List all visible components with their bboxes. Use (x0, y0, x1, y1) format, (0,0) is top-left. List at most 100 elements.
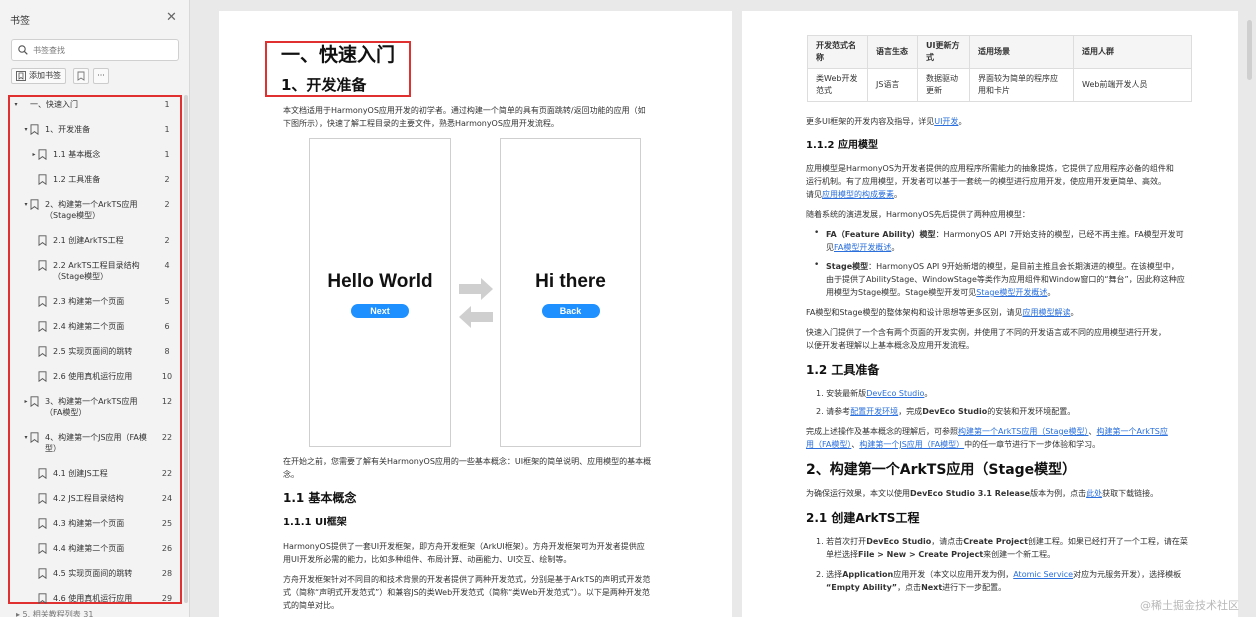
bookmark-item[interactable]: 2.2 ArkTS工程目录结构（Stage模型） 4 (10, 260, 180, 282)
bookmark-item[interactable]: 2.4 构建第二个页面 6 (10, 321, 180, 332)
search-icon (18, 45, 28, 55)
back-button[interactable]: Back (541, 304, 600, 318)
expand-arrow-icon[interactable]: ▾ (22, 432, 30, 443)
bookmark-sidebar: 书签 ✕ 添加书签 ··· ▾ 一、快速入门 1 ▾ 1、开发准备 1 ▸ 1.1 基本概念 1… (0, 0, 190, 617)
expand-arrow-icon[interactable]: ▾ (22, 199, 30, 210)
create-step-1-text: 1. 若首次打开 (816, 537, 867, 546)
bookmark-icon (30, 124, 39, 135)
section-heading-1-1: 1.1 基本概念 (283, 491, 357, 505)
bookmark-item[interactable]: 4.1 创建JS工程 22 (10, 468, 180, 479)
js-fa-link[interactable]: 构建第一个JS应用（FA模型） (859, 440, 964, 449)
arkts-fa-link[interactable]: 构建第一个ArkTS应 (1096, 427, 1167, 436)
stage-model-bold: Stage模型 (826, 262, 869, 271)
bookmark-page-number: 22 (161, 469, 173, 478)
stage-model-text: ：HarmonyOS API 9开始新增的模型，是目前主推且会长期演进的模型。在… (868, 262, 1179, 271)
app-model-link[interactable]: 应用模型的构成要素 (822, 190, 894, 199)
create-step-1-cont-bold: File > New > Create Project (858, 550, 984, 559)
document-scrollbar[interactable] (1247, 20, 1252, 80)
bookmark-item[interactable]: 4.6 使用真机运行应用 29 (10, 593, 180, 604)
document-page-left: 一、快速入门 1、开发准备 本文档适用于HarmonyOS应用开发的初学者。通过… (219, 11, 732, 617)
collapse-arrow-icon[interactable]: ▸ (22, 396, 30, 407)
tool-step-1-text: 1. 安装最新版 (816, 389, 867, 398)
before-text-1: 在开始之前，您需要了解有关HarmonyOS应用的一些基本概念：UI框架的简单说… (283, 457, 652, 466)
ensure-line: 为确保运行效果，本文以使用DevEco Studio 3.1 Release版本… (806, 487, 1158, 500)
bookmark-item[interactable]: 2.3 构建第一个页面 5 (10, 296, 180, 307)
bookmark-search-box[interactable] (11, 39, 179, 61)
bookmark-item[interactable]: 2.5 实现页面间的跳转 8 (10, 346, 180, 357)
download-link[interactable]: 此处 (1086, 489, 1102, 498)
expand-arrow-icon[interactable]: ▾ (12, 99, 20, 110)
table-header-cell: UI更新方式 (917, 35, 970, 69)
create-step-2-post: 对应为元服务开发），选择模板 (1073, 570, 1182, 579)
add-bookmark-button[interactable]: 添加书签 (11, 67, 66, 84)
hi-there-text: Hi there (535, 271, 606, 292)
framework-table: 开发范式名称 语言生态 UI更新方式 适用场景 适用人群 类Web开发范式 JS… (807, 35, 1192, 102)
fa-model-line: FA（Feature Ability）模型：HarmonyOS API 7开始支… (826, 228, 1184, 241)
ui-dev-link[interactable]: UI开发 (934, 117, 958, 126)
table-cell: 数据驱动更新 (917, 68, 970, 102)
arkts-fa-link-cont[interactable]: 用（FA模型） (806, 440, 851, 449)
before-text-2: 念。 (283, 470, 299, 479)
table-cell: 类Web开发范式 (807, 68, 868, 102)
atomic-service-link[interactable]: Atomic Service (1013, 570, 1073, 579)
bookmark-item[interactable]: ▾ 1、开发准备 1 (10, 124, 180, 135)
collapse-arrow-icon[interactable]: ▸ (30, 149, 38, 160)
sidebar-scrollbar[interactable] (184, 95, 188, 603)
phone-mockup-hello: Hello World Next (309, 138, 451, 447)
create-step-1: 1. 若首次打开DevEco Studio，请点击Create Project创… (816, 535, 1188, 548)
stage-model-text-2: 由于提供了AbilityStage、WindowStage等类作为应用组件和Wi… (826, 275, 1185, 284)
stage-overview-link[interactable]: Stage模型开发概述 (976, 288, 1047, 297)
bookmark-item[interactable]: ▾ 一、快速入门 1 (10, 99, 180, 110)
bookmark-item[interactable]: ▸ 3、构建第一个ArkTS应用（FA模型） 12 (10, 396, 180, 418)
ark-text-3: 式的简单对比。 (283, 601, 339, 610)
add-bookmark-icon (16, 70, 26, 81)
bookmark-item[interactable]: 4.5 实现页面间的跳转 28 (10, 568, 180, 579)
bookmark-item[interactable]: 1.2 工具准备 2 (10, 174, 180, 185)
bookmark-item[interactable]: 4.2 JS工程目录结构 24 (10, 493, 180, 504)
bookmark-item[interactable]: 2.6 使用真机运行应用 10 (10, 371, 180, 382)
table-header-row: 开发范式名称 语言生态 UI更新方式 适用场景 适用人群 (807, 35, 1192, 69)
bookmark-label: 2.1 创建ArkTS工程 (53, 236, 124, 245)
bookmark-label: 一、快速入门 (30, 100, 78, 109)
bookmark-item[interactable]: ▾ 4、构建第一个JS应用（FA模型） 22 (10, 432, 180, 454)
bookmark-page-number: 29 (161, 594, 173, 603)
create-step-2-cont-bold-1: “Empty Ability” (826, 583, 898, 592)
more-ui-post: 。 (958, 117, 967, 126)
bookmark-search-input[interactable] (33, 45, 163, 55)
table-cell: Web前端开发人员 (1073, 68, 1192, 102)
expand-arrow-icon[interactable]: ▾ (22, 124, 30, 135)
bookmark-page-number: 1 (164, 100, 170, 109)
env-config-link[interactable]: 配置开发环境 (850, 407, 898, 416)
bookmark-icon (38, 493, 47, 504)
bookmark-label: 2.4 构建第二个页面 (53, 322, 125, 331)
stage-model-line: Stage模型：HarmonyOS API 9开始新增的模型，是目前主推且会长期… (826, 260, 1179, 273)
arkts-stage-link[interactable]: 构建第一个ArkTS应用（Stage模型） (958, 427, 1088, 436)
table-row: 类Web开发范式 JS语言 数据驱动更新 界面较为简单的程序应用和卡片 Web前… (807, 68, 1192, 102)
bookmark-page-number: 6 (164, 322, 170, 331)
sidebar-toolbar: 添加书签 ··· (11, 67, 109, 84)
bookmark-item[interactable]: 4.3 构建第一个页面 25 (10, 518, 180, 529)
model-explain-link[interactable]: 应用模型解读 (1022, 308, 1070, 317)
bookmark-item-partial[interactable]: ▸ 5. 相关教程列表 31 (16, 609, 186, 617)
bookmark-label: 2、构建第一个ArkTS应用（Stage模型） (45, 200, 138, 220)
next-button[interactable]: Next (351, 304, 409, 318)
bookmark-item[interactable]: ▾ 2、构建第一个ArkTS应用（Stage模型） 2 (10, 199, 180, 221)
bookmark-label: 4、构建第一个JS应用（FA模型） (45, 433, 147, 453)
bookmark-item[interactable]: ▸ 1.1 基本概念 1 (10, 149, 180, 160)
fa-overview-link[interactable]: FA模型开发概述 (834, 243, 891, 252)
section-heading-1-1-2: 1.1.2 应用模型 (806, 140, 878, 151)
create-step-1-cont-text: 单栏选择 (826, 550, 858, 559)
bookmark-icon (38, 346, 47, 357)
create-step-2-cont-post: 进行下一步配置。 (942, 583, 1007, 592)
bookmark-item[interactable]: 4.4 构建第二个页面 26 (10, 543, 180, 554)
table-header-cell: 开发范式名称 (807, 35, 868, 69)
deveco-link[interactable]: DevEco Studio (866, 389, 924, 398)
close-icon[interactable]: ✕ (166, 10, 177, 25)
tool-step-2: 2. 请参考配置开发环境，完成DevEco Studio的安装和开发环境配置。 (816, 405, 1075, 418)
bookmark-item[interactable]: 2.1 创建ArkTS工程 2 (10, 235, 180, 246)
bookmark-label: 2.5 实现页面间的跳转 (53, 347, 133, 356)
bookmark-toggle-button[interactable] (73, 67, 89, 84)
bookmark-page-number: 2 (164, 236, 170, 245)
ui-text-1: HarmonyOS提供了一套UI开发框架，即方舟开发框架（ArkUI框架）。方舟… (283, 542, 645, 551)
more-options-button[interactable]: ··· (93, 67, 109, 84)
